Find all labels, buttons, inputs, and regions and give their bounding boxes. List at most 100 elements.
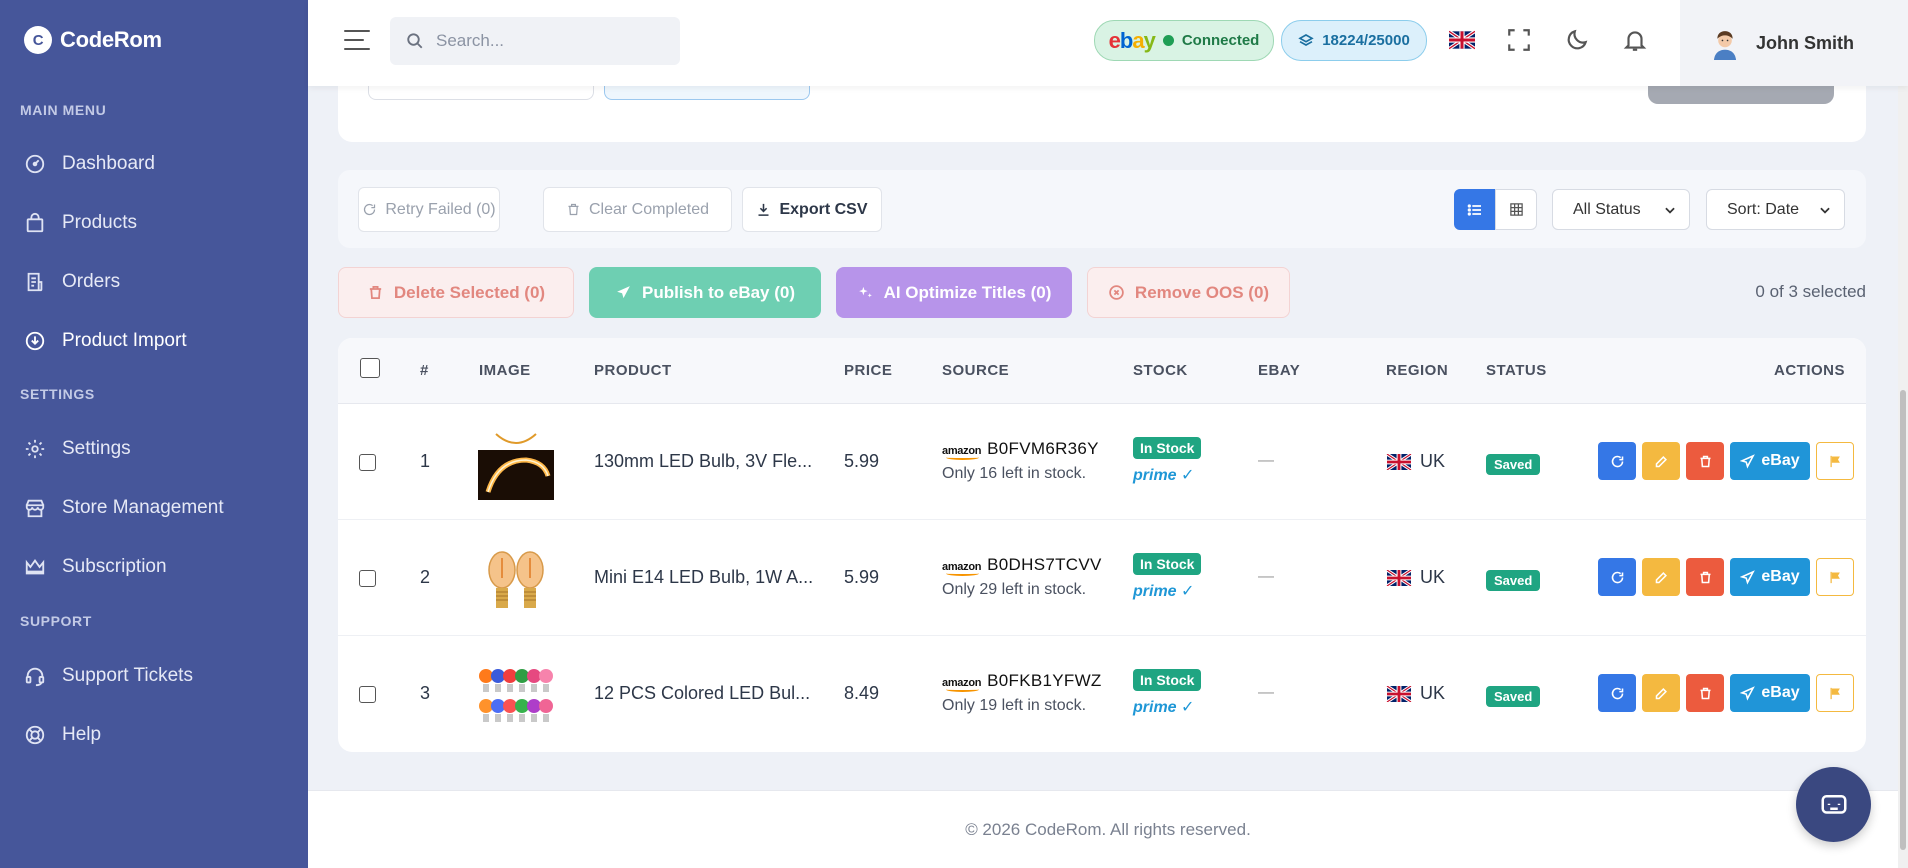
- sidebar-item-store-management[interactable]: Store Management: [24, 497, 224, 519]
- delete-selected-button[interactable]: Delete Selected (0): [338, 267, 574, 318]
- credits-badge[interactable]: 18224/25000: [1281, 20, 1427, 61]
- user-menu[interactable]: John Smith: [1680, 0, 1908, 86]
- list-view-icon[interactable]: [1454, 189, 1496, 230]
- uk-flag-icon[interactable]: [1448, 26, 1476, 54]
- notification-bell-icon[interactable]: [1621, 26, 1649, 54]
- search-input[interactable]: [436, 31, 656, 51]
- prime-badge: prime ✓: [1133, 467, 1195, 484]
- edit-button[interactable]: [1642, 674, 1680, 712]
- column-header-source: SOURCE: [942, 362, 1010, 379]
- menu-toggle-icon[interactable]: [344, 30, 370, 52]
- list-on-ebay-button[interactable]: eBay: [1730, 674, 1810, 712]
- fullscreen-icon[interactable]: [1505, 26, 1533, 54]
- gear-icon: [24, 438, 46, 460]
- sidebar-item-support-tickets[interactable]: Support Tickets: [24, 665, 193, 687]
- product-table: # IMAGE PRODUCT PRICE SOURCE STOCK EBAY …: [338, 338, 1866, 752]
- in-stock-badge: In Stock: [1133, 669, 1202, 691]
- shopping-bag-icon: [24, 212, 46, 234]
- sort-value: Sort: Date: [1727, 200, 1800, 218]
- crown-icon: [24, 556, 46, 578]
- column-header-product: PRODUCT: [594, 362, 672, 379]
- x-circle-icon: [1109, 285, 1124, 300]
- region-cell: UK: [1386, 567, 1445, 588]
- sidebar-item-label: Support Tickets: [62, 665, 193, 686]
- download-icon: [758, 203, 769, 216]
- dark-mode-moon-icon[interactable]: [1563, 26, 1591, 54]
- row-checkbox[interactable]: [359, 686, 376, 703]
- sidebar-item-label: Subscription: [62, 556, 167, 577]
- chat-widget-button[interactable]: [1796, 767, 1871, 842]
- product-title[interactable]: 12 PCS Colored LED Bul...: [594, 683, 810, 704]
- delete-selected-label: Delete Selected (0): [393, 282, 546, 302]
- refresh-button[interactable]: [1598, 674, 1636, 712]
- copyright-text: © 2026 CodeRom. All rights reserved.: [965, 819, 1251, 839]
- toolbar: Retry Failed (0) Clear Completed Export …: [338, 170, 1866, 248]
- edit-button[interactable]: [1642, 442, 1680, 480]
- retry-failed-button[interactable]: Retry Failed (0): [358, 187, 500, 232]
- sidebar-item-product-import[interactable]: Product Import: [24, 330, 187, 352]
- cloud-download-icon: [24, 330, 46, 352]
- uk-flag-icon: [1386, 686, 1412, 703]
- sidebar-item-help[interactable]: Help: [24, 724, 101, 746]
- sidebar-item-products[interactable]: Products: [24, 212, 137, 234]
- prime-badge: prime ✓: [1133, 583, 1195, 600]
- source-asin[interactable]: amazon B0FVM6R36Y: [942, 438, 1099, 460]
- remove-oos-button[interactable]: Remove OOS (0): [1087, 267, 1290, 318]
- table-row: 3 12 PCS Colored LED Bul... 8.49 amazon B…: [338, 636, 1866, 752]
- search-box: [390, 17, 680, 65]
- clear-completed-label: Clear Completed: [588, 200, 710, 218]
- product-title[interactable]: Mini E14 LED Bulb, 1W A...: [594, 567, 813, 588]
- send-icon: [1740, 569, 1756, 585]
- ebay-connection-status[interactable]: ebay Connected: [1094, 20, 1274, 61]
- flag-button[interactable]: [1816, 442, 1854, 480]
- clear-completed-button[interactable]: Clear Completed: [543, 187, 732, 232]
- sidebar-item-dashboard[interactable]: Dashboard: [24, 153, 155, 175]
- edit-button[interactable]: [1642, 558, 1680, 596]
- delete-button[interactable]: [1686, 442, 1724, 480]
- brand-logo[interactable]: C CodeRom: [24, 26, 162, 54]
- export-csv-button[interactable]: Export CSV: [742, 187, 882, 232]
- row-checkbox[interactable]: [359, 454, 376, 471]
- flag-icon: [1830, 455, 1840, 467]
- source-asin[interactable]: amazon B0FKB1YFWZ: [942, 670, 1102, 692]
- sidebar-item-subscription[interactable]: Subscription: [24, 556, 167, 578]
- column-header-region: REGION: [1386, 362, 1449, 379]
- sidebar: C CodeRom MAIN MENU Dashboard Products O…: [0, 0, 308, 868]
- delete-button[interactable]: [1686, 558, 1724, 596]
- product-image[interactable]: [478, 546, 554, 620]
- sort-select[interactable]: Sort: Date: [1706, 189, 1845, 230]
- grid-view-icon[interactable]: [1495, 189, 1537, 230]
- row-checkbox[interactable]: [359, 570, 376, 587]
- source-asin[interactable]: amazon B0DHS7TCVV: [942, 554, 1102, 576]
- flag-icon: [1830, 687, 1840, 699]
- chevron-down-icon: [1820, 207, 1830, 214]
- list-on-ebay-button[interactable]: eBay: [1730, 558, 1810, 596]
- column-header-actions: ACTIONS: [1774, 362, 1845, 379]
- refresh-button[interactable]: [1598, 442, 1636, 480]
- trash-icon: [1700, 455, 1710, 467]
- status-filter-select[interactable]: All Status: [1552, 189, 1690, 230]
- ai-optimize-titles-button[interactable]: AI Optimize Titles (0): [836, 267, 1072, 318]
- region-cell: UK: [1386, 451, 1445, 472]
- product-price: 8.49: [844, 683, 880, 703]
- refresh-button[interactable]: [1598, 558, 1636, 596]
- flag-button[interactable]: [1816, 558, 1854, 596]
- column-header-price: PRICE: [844, 362, 893, 379]
- publish-to-ebay-button[interactable]: Publish to eBay (0): [589, 267, 821, 318]
- select-all-checkbox[interactable]: [360, 358, 380, 378]
- page-scrollbar[interactable]: [1898, 86, 1908, 868]
- chat-icon: [1821, 794, 1846, 814]
- product-image[interactable]: [478, 430, 554, 504]
- product-title[interactable]: 130mm LED Bulb, 3V Fle...: [594, 451, 812, 472]
- delete-button[interactable]: [1686, 674, 1724, 712]
- flag-button[interactable]: [1816, 674, 1854, 712]
- prime-badge: prime ✓: [1133, 699, 1195, 716]
- sidebar-item-orders[interactable]: Orders: [24, 271, 120, 293]
- amazon-logo-icon: amazon: [942, 677, 982, 692]
- refresh-icon: [1611, 687, 1623, 699]
- sidebar-item-settings[interactable]: Settings: [24, 438, 131, 460]
- pencil-icon: [1655, 571, 1667, 583]
- list-on-ebay-button[interactable]: eBay: [1730, 442, 1810, 480]
- product-image[interactable]: [478, 662, 554, 736]
- scrollbar-thumb[interactable]: [1900, 390, 1906, 850]
